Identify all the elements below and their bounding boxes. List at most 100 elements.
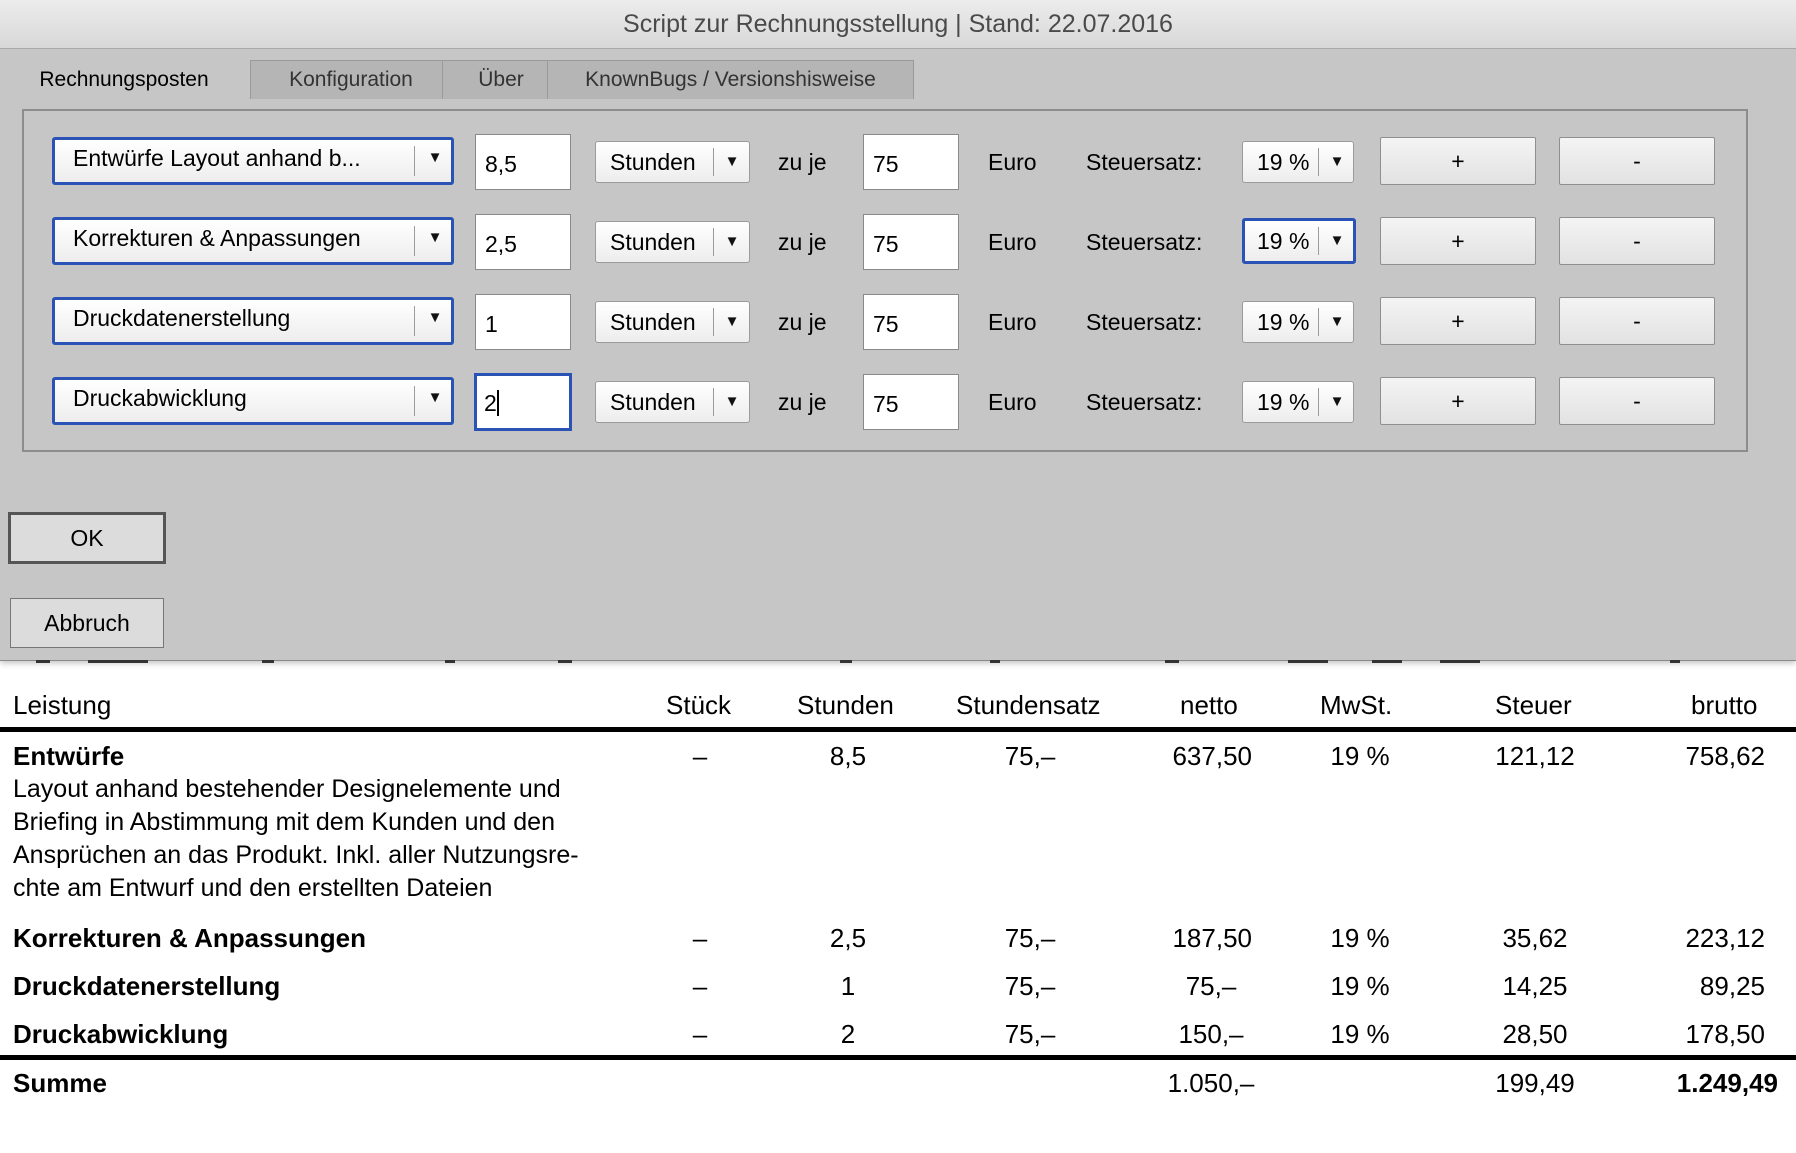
invoice-row-3-steuer: 14,25 — [1502, 971, 1568, 1001]
chevron-down-icon: ▼ — [724, 233, 740, 250]
select-divider — [1318, 388, 1319, 416]
quantity-field-2[interactable]: 2,5 — [475, 214, 571, 270]
invoice-row-3-stueck: – — [692, 971, 708, 1001]
tab-ueber[interactable]: Über — [442, 60, 560, 99]
header-steuer: Steuer — [1495, 690, 1572, 720]
tax-select-4[interactable]: 19 % ▼ — [1242, 381, 1354, 423]
sum-label: Summe — [13, 1068, 107, 1098]
invoice-row-3-mwst: 19 % — [1330, 971, 1390, 1001]
add-row-button-1[interactable]: + — [1380, 137, 1536, 185]
zu-je-label: zu je — [778, 309, 827, 335]
zu-je-label: zu je — [778, 149, 827, 175]
tax-select-3[interactable]: 19 % ▼ — [1242, 301, 1354, 343]
invoice-row-2-stunden: 2,5 — [829, 923, 867, 953]
invoice-row-3-stunden: 1 — [840, 971, 856, 1001]
item-select-4[interactable]: Druckabwicklung ▼ — [52, 377, 454, 425]
item-select-label: Druckdatenerstellung — [73, 305, 291, 331]
tax-rate-label: Steuersatz: — [1086, 149, 1203, 175]
invoice-row-1-steuer: 121,12 — [1495, 741, 1575, 771]
select-divider — [414, 386, 415, 416]
remove-row-button-1[interactable]: - — [1559, 137, 1715, 185]
header-stueck: Stück — [666, 690, 732, 720]
add-row-button-4[interactable]: + — [1380, 377, 1536, 425]
invoice-row-2-stundensatz: 75,– — [1004, 923, 1056, 953]
description-line: Ansprüchen an das Produkt. Inkl. aller N… — [13, 841, 579, 869]
invoice-row-1-leistung: Entwürfe — [13, 741, 125, 771]
tab-knownbugs[interactable]: KnownBugs / Versionshisweise — [547, 60, 914, 99]
chevron-down-icon: ▼ — [427, 309, 443, 326]
tab-konfiguration[interactable]: Konfiguration — [250, 60, 452, 99]
rate-field-4[interactable]: 75 — [863, 374, 959, 430]
invoice-row-4-stunden: 2 — [840, 1019, 856, 1049]
tax-rate-label: Steuersatz: — [1086, 229, 1203, 255]
quantity-field-4[interactable]: 2 — [474, 373, 572, 431]
obscured-text-remnant — [0, 660, 1796, 666]
remove-row-button-3[interactable]: - — [1559, 297, 1715, 345]
select-divider — [713, 228, 714, 256]
sum-netto: 1.050,– — [1167, 1068, 1255, 1098]
select-divider — [1318, 308, 1319, 336]
select-divider — [713, 388, 714, 416]
remove-row-button-4[interactable]: - — [1559, 377, 1715, 425]
tax-rate-label: Steuersatz: — [1086, 309, 1203, 335]
chevron-down-icon: ▼ — [1329, 153, 1345, 170]
ok-button[interactable]: OK — [8, 512, 166, 564]
item-select-3[interactable]: Druckdatenerstellung ▼ — [52, 297, 454, 345]
select-divider — [414, 146, 415, 176]
currency-label: Euro — [988, 149, 1037, 175]
description-line: Briefing in Abstimmung mit dem Kunden un… — [13, 808, 555, 836]
item-select-label: Druckabwicklung — [73, 385, 247, 411]
invoice-row-2-stueck: – — [692, 923, 708, 953]
quantity-field-3[interactable]: 1 — [475, 294, 571, 350]
header-brutto: brutto — [1691, 690, 1758, 720]
unit-select-4[interactable]: Stunden ▼ — [595, 381, 750, 423]
add-row-button-3[interactable]: + — [1380, 297, 1536, 345]
rate-field-3[interactable]: 75 — [863, 294, 959, 350]
invoice-row-3-netto: 75,– — [1185, 971, 1237, 1001]
header-stundensatz: Stundensatz — [956, 690, 1101, 720]
tax-select-label: 19 % — [1257, 389, 1310, 415]
tax-select-2[interactable]: 19 % ▼ — [1242, 218, 1356, 264]
chevron-down-icon: ▼ — [427, 389, 443, 406]
rate-field-1[interactable]: 75 — [863, 134, 959, 190]
invoice-row-2-brutto: 223,12 — [1685, 923, 1765, 953]
unit-select-2[interactable]: Stunden ▼ — [595, 221, 750, 263]
invoice-row-1-description: Layout anhand bestehender Designelemente… — [13, 773, 633, 905]
invoice-row-2-mwst: 19 % — [1330, 923, 1390, 953]
select-divider — [713, 148, 714, 176]
item-select-1[interactable]: Entwürfe Layout anhand b... ▼ — [52, 137, 454, 185]
unit-select-label: Stunden — [610, 309, 696, 335]
zu-je-label: zu je — [778, 229, 827, 255]
item-select-2[interactable]: Korrekturen & Anpassungen ▼ — [52, 217, 454, 265]
invoice-row-3-stundensatz: 75,– — [1004, 971, 1056, 1001]
add-row-button-2[interactable]: + — [1380, 217, 1536, 265]
text-caret — [496, 389, 499, 416]
sum-steuer: 199,49 — [1495, 1068, 1575, 1098]
invoice-row-2-steuer: 35,62 — [1502, 923, 1568, 953]
unit-select-1[interactable]: Stunden ▼ — [595, 141, 750, 183]
description-line: chte am Entwurf und den erstellten Datei… — [13, 874, 493, 902]
rate-field-2[interactable]: 75 — [863, 214, 959, 270]
tax-rate-label: Steuersatz: — [1086, 389, 1203, 415]
unit-select-label: Stunden — [610, 229, 696, 255]
tab-rechnungsposten[interactable]: Rechnungsposten — [12, 60, 236, 99]
invoice-row-1-stundensatz: 75,– — [1004, 741, 1056, 771]
invoice-row-4-stundensatz: 75,– — [1004, 1019, 1056, 1049]
tax-select-1[interactable]: 19 % ▼ — [1242, 141, 1354, 183]
tax-select-label: 19 % — [1257, 149, 1310, 175]
cancel-button[interactable]: Abbruch — [10, 598, 164, 648]
quantity-value: 2 — [484, 390, 497, 416]
unit-select-3[interactable]: Stunden ▼ — [595, 301, 750, 343]
currency-label: Euro — [988, 389, 1037, 415]
header-stunden: Stunden — [797, 690, 894, 720]
quantity-field-1[interactable]: 8,5 — [475, 134, 571, 190]
window-title: Script zur Rechnungsstellung | Stand: 22… — [0, 0, 1796, 49]
invoice-row-1-brutto: 758,62 — [1685, 741, 1765, 771]
invoice-row-4-leistung: Druckabwicklung — [13, 1019, 229, 1049]
invoice-row-1-stueck: – — [692, 741, 708, 771]
invoice-row-4-brutto: 178,50 — [1685, 1019, 1765, 1049]
chevron-down-icon: ▼ — [427, 149, 443, 166]
remove-row-button-2[interactable]: - — [1559, 217, 1715, 265]
invoice-row-4-netto: 150,– — [1178, 1019, 1244, 1049]
chevron-down-icon: ▼ — [724, 393, 740, 410]
